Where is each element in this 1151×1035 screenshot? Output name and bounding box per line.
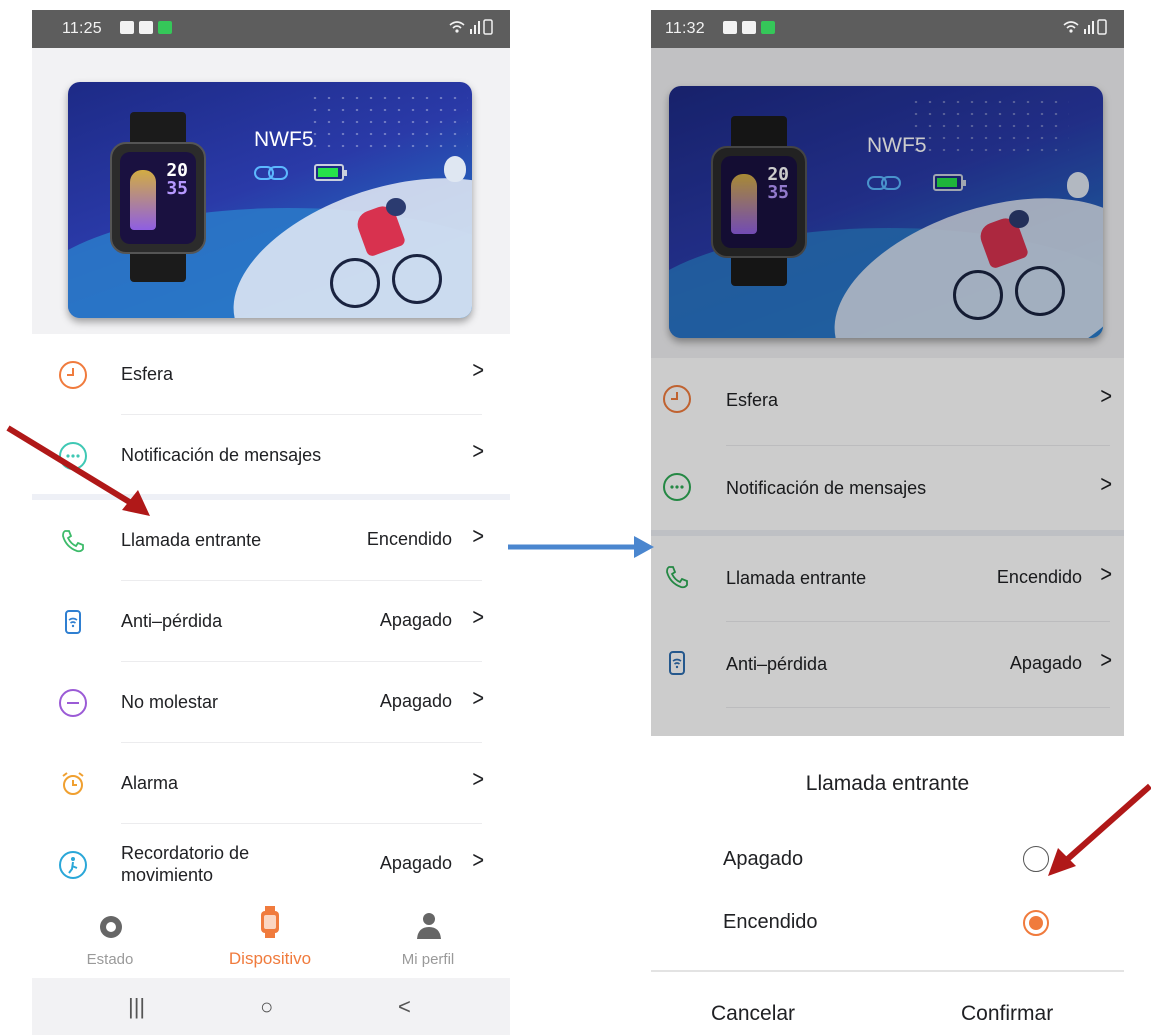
signal-battery-icons: [1062, 18, 1110, 39]
message-icon: [139, 21, 153, 34]
status-bar: 11:25: [32, 10, 510, 48]
image-icon: [723, 21, 737, 34]
menu-label: Esfera: [121, 364, 174, 384]
menu-label: Alarma: [121, 773, 179, 793]
status-icon: [100, 916, 122, 938]
menu-value: Apagado: [379, 691, 452, 711]
menu-value: Apagado: [379, 853, 452, 873]
chevron-right-icon: >: [472, 523, 484, 551]
tab-dispositivo[interactable]: Dispositivo: [200, 902, 340, 978]
chevron-right-icon: >: [472, 685, 484, 713]
tab-mi-perfil[interactable]: Mi perfil: [358, 902, 498, 978]
status-bar: 11:32: [651, 10, 1124, 48]
chevron-right-icon: >: [472, 357, 484, 385]
status-time: 11:32: [665, 20, 705, 37]
alarm-icon: [59, 770, 87, 798]
menu-label: Recordatorio de movimiento: [121, 843, 250, 885]
activity-icon: [761, 21, 775, 34]
left-screen: 11:25 20 35 NWF5 Esfera > Notificación d…: [32, 10, 510, 1035]
menu-row-no-molestar[interactable]: No molestar Apagado >: [32, 662, 510, 743]
right-screen: 11:32 20 35 NWF5 Esfera > Notificación d…: [651, 10, 1124, 1035]
menu-label: No molestar: [121, 692, 219, 712]
back-button[interactable]: <: [398, 994, 411, 1020]
link-icon: [254, 166, 290, 182]
tab-label: Mi perfil: [401, 951, 455, 968]
menu-row-alarma[interactable]: Alarma >: [32, 743, 510, 824]
confirm-button[interactable]: Confirmar: [961, 1002, 1053, 1026]
bottom-tab-bar: Estado Dispositivo Mi perfil: [32, 902, 510, 978]
device-name: NWF5: [254, 128, 314, 151]
red-arrow-icon: [1048, 783, 1151, 876]
option-label-apagado[interactable]: Apagado: [723, 848, 803, 871]
menu-label: Anti–pérdida: [121, 611, 223, 631]
red-arrow-icon: [6, 425, 150, 516]
tab-label: Estado: [86, 951, 134, 968]
watch-icon: [261, 906, 279, 938]
movement-icon: [59, 851, 87, 879]
signal-battery-icons: [448, 18, 496, 39]
menu-value: Encendido: [366, 529, 452, 549]
dim-overlay[interactable]: [651, 48, 1124, 736]
cyclist-illustration: [326, 198, 446, 308]
phone-icon: [59, 527, 87, 555]
chevron-right-icon: >: [472, 438, 484, 466]
person-icon: [417, 913, 441, 939]
tab-estado[interactable]: Estado: [40, 902, 180, 978]
watch-image: 20 35: [110, 112, 206, 282]
dialog-divider: [651, 970, 1124, 972]
radio-encendido[interactable]: [1023, 910, 1049, 936]
stars-decoration: [308, 92, 468, 152]
system-nav-bar: ||| ○ <: [32, 978, 510, 1035]
menu-row-recordatorio[interactable]: Recordatorio de movimiento Apagado >: [32, 824, 510, 905]
balloon-decoration: [444, 156, 466, 182]
message-icon: [742, 21, 756, 34]
video-icon: [120, 21, 134, 34]
home-button[interactable]: ○: [260, 994, 273, 1020]
cancel-button[interactable]: Cancelar: [711, 1002, 795, 1026]
device-banner[interactable]: 20 35 NWF5: [68, 82, 472, 318]
watch-minute: 35: [166, 178, 188, 199]
blue-arrow-icon: [508, 536, 654, 558]
menu-row-anti-perdida[interactable]: Anti–pérdida Apagado >: [32, 581, 510, 662]
activity-icon: [158, 21, 172, 34]
anti-lost-icon: [59, 608, 87, 636]
do-not-disturb-icon: [59, 689, 87, 717]
device-banner-area: 20 35 NWF5: [32, 48, 510, 334]
chevron-right-icon: >: [472, 766, 484, 794]
status-time: 11:25: [62, 20, 102, 37]
option-label-encendido[interactable]: Encendido: [723, 911, 818, 934]
chevron-right-icon: >: [472, 847, 484, 875]
tab-label: Dispositivo: [228, 949, 312, 968]
recents-button[interactable]: |||: [128, 994, 145, 1020]
menu-value: Apagado: [379, 610, 452, 630]
battery-icon: [314, 164, 347, 181]
clock-icon: [59, 361, 87, 389]
menu-row-esfera[interactable]: Esfera >: [32, 334, 510, 415]
chevron-right-icon: >: [472, 604, 484, 632]
menu-label: Llamada entrante: [121, 530, 262, 550]
